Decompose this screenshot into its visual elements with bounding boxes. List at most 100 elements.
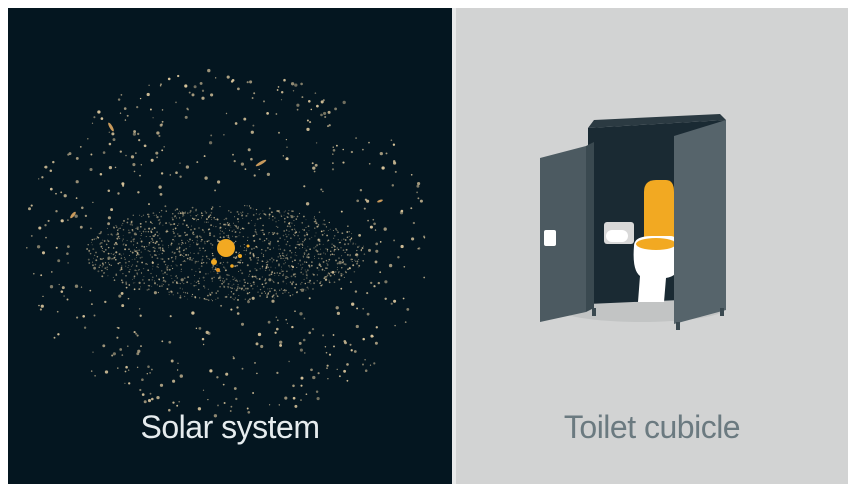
dust-particle [326,263,329,266]
dust-particle [125,275,127,277]
dust-particle [286,257,288,259]
dust-particle [153,214,155,217]
asteroid [75,156,79,160]
dust-particle [179,283,181,285]
asteroid [119,112,122,114]
dust-particle [234,297,237,299]
asteroid [133,130,137,133]
dust-particle [139,222,142,225]
asteroid [296,108,299,111]
dust-particle [324,270,326,272]
asteroid [301,96,304,99]
dust-particle [165,210,167,212]
dust-particle [120,257,123,259]
dust-particle [210,207,213,210]
planet [246,244,250,248]
asteroid [202,389,205,391]
dust-particle [227,294,229,296]
dust-particle [160,209,163,212]
dust-particle [279,272,281,275]
asteroid [385,152,388,155]
dust-particle [267,293,270,295]
dust-particle [294,286,297,289]
asteroid [90,370,93,372]
dust-particle [358,245,360,247]
dust-particle [134,250,136,253]
asteroid [340,287,343,290]
dust-particle [101,250,103,252]
asteroid [49,285,54,289]
dust-particle [282,292,284,294]
dust-particle [241,211,244,214]
dust-particle [152,276,154,279]
dust-particle [283,230,286,232]
dust-particle [307,288,309,290]
asteroid [180,278,184,282]
dust-particle [163,250,165,253]
dust-particle [352,264,355,267]
dust-particle [196,243,198,246]
dust-particle [156,284,158,286]
dust-particle [292,210,294,212]
dust-particle [179,287,181,289]
dust-particle [230,226,232,228]
dust-particle [195,260,197,263]
dust-particle [289,221,291,224]
dust-particle [204,210,206,212]
asteroid [400,244,404,249]
dust-particle [269,244,271,246]
asteroid [252,124,255,127]
dust-particle [152,212,155,214]
dust-particle [285,229,288,231]
dust-particle [188,241,190,243]
dust-particle [303,252,306,254]
dust-particle [128,260,130,263]
dust-particle [236,287,239,290]
dust-particle [101,262,104,265]
dust-particle [152,268,153,270]
dust-particle [119,238,121,240]
asteroid [81,206,84,210]
dust-particle [163,260,166,263]
asteroid [66,252,69,255]
dust-particle [235,251,238,254]
asteroid [30,234,33,237]
dust-particle [222,236,225,239]
dust-particle [133,238,136,241]
dust-particle [346,236,349,239]
dust-particle [106,266,108,268]
asteroid [403,265,406,268]
panel-foot [720,308,724,316]
dust-particle [244,287,247,290]
asteroid [137,253,139,255]
dust-particle [293,228,296,231]
cubicle-left-panel-edge [586,142,594,312]
dust-particle [282,280,285,283]
asteroid [205,330,209,335]
dust-particle [340,247,342,249]
dust-particle [174,209,177,211]
dust-particle [283,214,285,216]
asteroid [53,336,56,339]
dust-particle [308,281,311,284]
asteroid [357,246,359,248]
dust-particle [128,270,131,273]
asteroid [203,155,206,158]
dust-particle [313,247,315,249]
dust-particle [343,263,346,266]
dust-particle [147,288,150,291]
asteroid [143,400,147,404]
dust-particle [306,275,308,277]
dust-particle [327,230,329,231]
dust-particle [168,222,170,224]
dust-particle [149,236,151,238]
asteroid [322,190,324,193]
dust-particle [316,280,318,282]
dust-particle [190,228,192,231]
dust-particle [220,277,222,279]
dust-particle [322,229,325,232]
dust-particle [282,234,285,237]
dust-particle [187,226,189,229]
asteroid [356,307,359,310]
dust-particle [168,294,170,296]
